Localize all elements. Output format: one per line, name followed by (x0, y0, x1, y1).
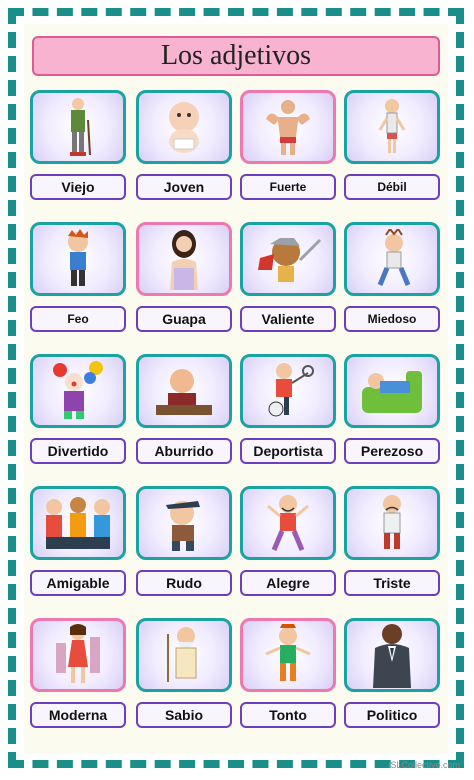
wise-man-icon (167, 627, 197, 682)
card-baby (136, 90, 232, 164)
card-modern-woman (30, 618, 126, 692)
label-perezoso: Perezoso (344, 438, 440, 464)
label-alegre: Alegre (240, 570, 336, 596)
label-politico: Politico (344, 702, 440, 728)
card-brave-warrior (240, 222, 336, 296)
label-deportista: Deportista (240, 438, 336, 464)
politician-icon (373, 624, 411, 688)
baby-icon (169, 102, 199, 153)
watermark: iSLCollective.com (388, 760, 460, 770)
card-happy-man (240, 486, 336, 560)
label-guapa: Guapa (136, 306, 232, 332)
card-bored-man (136, 354, 232, 428)
label-sabio: Sabio (136, 702, 232, 728)
label-fuerte: Fuerte (240, 174, 336, 200)
card-ugly-boy (30, 222, 126, 296)
rude-boy-icon (166, 501, 200, 551)
card-sad-man (344, 486, 440, 560)
label-miedoso: Miedoso (344, 306, 440, 332)
page-title: Los adjetivos (160, 40, 312, 71)
label-feo: Feo (30, 306, 126, 332)
lazy-man-icon (362, 371, 422, 413)
card-rude-boy (136, 486, 232, 560)
modern-woman-icon (56, 624, 100, 683)
scared-man-icon (377, 229, 411, 286)
card-friends (30, 486, 126, 560)
athlete-icon (268, 363, 314, 417)
strong-man-icon (266, 100, 310, 155)
title-banner: Los adjetivos (32, 36, 440, 76)
label-aburrido: Aburrido (136, 438, 232, 464)
card-pretty-woman (136, 222, 232, 296)
card-scared-man (344, 222, 440, 296)
silly-man-icon (265, 624, 311, 681)
label-tonto: Tonto (240, 702, 336, 728)
label-divertido: Divertido (30, 438, 126, 464)
card-strong-man (240, 90, 336, 164)
label-amigable: Amigable (30, 570, 126, 596)
card-clown (30, 354, 126, 428)
clown-icon (53, 361, 103, 419)
label-valiente: Valiente (240, 306, 336, 332)
label-viejo: Viejo (30, 174, 126, 200)
bored-man-icon (156, 369, 212, 415)
card-weak-man (344, 90, 440, 164)
label-debil: Débil (344, 174, 440, 200)
ugly-boy-icon (68, 229, 88, 286)
label-rudo: Rudo (136, 570, 232, 596)
card-wise-man (136, 618, 232, 692)
label-triste: Triste (344, 570, 440, 596)
friends-icon (46, 497, 110, 549)
card-lazy-man (344, 354, 440, 428)
sad-man-icon (383, 495, 401, 549)
brave-warrior-icon (258, 238, 322, 282)
label-joven: Joven (136, 174, 232, 200)
weak-man-icon (378, 99, 406, 153)
label-moderna: Moderna (30, 702, 126, 728)
pretty-woman-icon (170, 230, 198, 290)
card-athlete (240, 354, 336, 428)
happy-man-icon (267, 495, 309, 551)
card-silly-man (240, 618, 336, 692)
card-politician (344, 618, 440, 692)
old-man-icon (70, 98, 91, 156)
card-old-man (30, 90, 126, 164)
